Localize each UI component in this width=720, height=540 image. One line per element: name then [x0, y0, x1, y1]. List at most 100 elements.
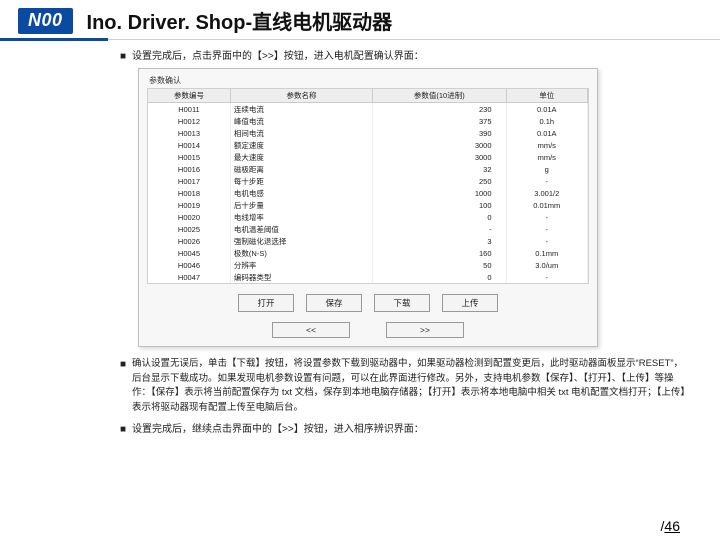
table-row: H0025电机温差阈值-- [148, 223, 588, 235]
cell-value: 250 [373, 175, 506, 187]
cell-name: 后十步量 [230, 199, 372, 211]
col-value: 参数值(10进制) [373, 89, 506, 103]
table-row: H0045极数(N-S)1600.1mm [148, 247, 588, 259]
cell-id: H0019 [148, 199, 230, 211]
cell-value: 0 [373, 271, 506, 283]
cell-id: H0045 [148, 247, 230, 259]
cell-name: 连续电流 [230, 103, 372, 116]
cell-name: 强制磁化退选择 [230, 235, 372, 247]
cell-value: 230 [373, 103, 506, 116]
cell-id: H0020 [148, 211, 230, 223]
cell-unit: g [506, 163, 588, 175]
header-rule [108, 39, 720, 40]
cell-value: 160 [373, 247, 506, 259]
page-number: 46 [664, 518, 680, 534]
cell-name: 额定速度 [230, 139, 372, 151]
cell-name: 编码器类型 [230, 271, 372, 283]
table-row: H0018电机电感10003.001/2 [148, 187, 588, 199]
cell-unit: 0.1mm [506, 247, 588, 259]
cell-value: 390 [373, 127, 506, 139]
table-row: H0020电线增率0- [148, 211, 588, 223]
table-row: H0013相间电流3900.01A [148, 127, 588, 139]
cell-value: 375 [373, 115, 506, 127]
col-name: 参数名称 [230, 89, 372, 103]
table-row: H0017每十步距250- [148, 175, 588, 187]
table-row: H0015最大速度3000mm/s [148, 151, 588, 163]
col-id: 参数编号 [148, 89, 230, 103]
cell-name: 电线增率 [230, 211, 372, 223]
cell-unit: 0.01mm [506, 199, 588, 211]
cell-unit: - [506, 175, 588, 187]
table-row: H0014额定速度3000mm/s [148, 139, 588, 151]
cell-value: 50 [373, 259, 506, 271]
prev-button[interactable]: << [272, 322, 350, 338]
table-row: H0019后十步量1000.01mm [148, 199, 588, 211]
next-button[interactable]: >> [386, 322, 464, 338]
bullet-icon: ■ [120, 423, 126, 437]
cell-id: H0016 [148, 163, 230, 175]
col-unit: 单位 [506, 89, 588, 103]
cell-value: 100 [373, 199, 506, 211]
open-button[interactable]: 打开 [238, 294, 294, 312]
explain-paragraph: 确认设置无误后，单击【下载】按钮，将设置参数下载到驱动器中，如果驱动器检测到配置… [132, 357, 690, 416]
cell-name: 最大速度 [230, 151, 372, 163]
cell-name: 每十步距 [230, 175, 372, 187]
cell-unit: 3.001/2 [506, 187, 588, 199]
cell-id: H0017 [148, 175, 230, 187]
cell-unit: 3.0/um [506, 259, 588, 271]
cell-unit: 0.01A [506, 127, 588, 139]
cell-name: 磁极距离 [230, 163, 372, 175]
cell-id: H0012 [148, 115, 230, 127]
group-label: 参数确认 [147, 73, 589, 88]
cell-value: 0 [373, 211, 506, 223]
cell-value: 3000 [373, 139, 506, 151]
logo-badge: N00 [18, 8, 73, 34]
intro-text-2: 设置完成后，继续点击界面中的【>>】按钮，进入相序辨识界面： [132, 422, 424, 437]
cell-id: H0025 [148, 223, 230, 235]
page-footer: /46 [661, 518, 680, 534]
cell-id: H0026 [148, 235, 230, 247]
cell-name: 电机电感 [230, 187, 372, 199]
cell-id: H0018 [148, 187, 230, 199]
cell-unit: - [506, 211, 588, 223]
cell-unit: 0.1h [506, 115, 588, 127]
cell-value: - [373, 223, 506, 235]
cell-name: 相间电流 [230, 127, 372, 139]
cell-value: 3000 [373, 151, 506, 163]
cell-unit: - [506, 235, 588, 247]
cell-name: 分辨率 [230, 259, 372, 271]
cell-name: 电机温差阈值 [230, 223, 372, 235]
cell-value: 3 [373, 235, 506, 247]
cell-unit: - [506, 223, 588, 235]
table-row: H0046分辨率503.0/um [148, 259, 588, 271]
table-row: H0012峰值电流3750.1h [148, 115, 588, 127]
param-table: 参数编号 参数名称 参数值(10进制) 单位 H0011连续电流2300.01A… [148, 89, 588, 283]
bullet-icon: ■ [120, 358, 126, 372]
table-row: H0011连续电流2300.01A [148, 103, 588, 116]
cell-id: H0013 [148, 127, 230, 139]
save-button[interactable]: 保存 [306, 294, 362, 312]
cell-name: 极数(N-S) [230, 247, 372, 259]
cell-id: H0047 [148, 271, 230, 283]
cell-id: H0015 [148, 151, 230, 163]
cell-name: 峰值电流 [230, 115, 372, 127]
param-confirm-window: 参数确认 参数编号 参数名称 参数值(10进制) 单位 H0011连续电流230… [138, 68, 598, 347]
cell-unit: mm/s [506, 139, 588, 151]
table-row: H0047编码器类型0- [148, 271, 588, 283]
download-button[interactable]: 下载 [374, 294, 430, 312]
cell-unit: mm/s [506, 151, 588, 163]
upload-button[interactable]: 上传 [442, 294, 498, 312]
bullet-icon: ■ [120, 50, 126, 64]
cell-id: H0011 [148, 103, 230, 116]
table-row: H0016磁极距离32g [148, 163, 588, 175]
table-row: H0026强制磁化退选择3- [148, 235, 588, 247]
page-title: Ino. Driver. Shop-直线电机驱动器 [87, 6, 393, 35]
cell-value: 1000 [373, 187, 506, 199]
header-rule-accent [0, 38, 108, 41]
cell-id: H0014 [148, 139, 230, 151]
cell-id: H0046 [148, 259, 230, 271]
cell-unit: - [506, 271, 588, 283]
intro-text-1: 设置完成后，点击界面中的【>>】按钮，进入电机配置确认界面： [132, 49, 424, 64]
cell-unit: 0.01A [506, 103, 588, 116]
cell-value: 32 [373, 163, 506, 175]
